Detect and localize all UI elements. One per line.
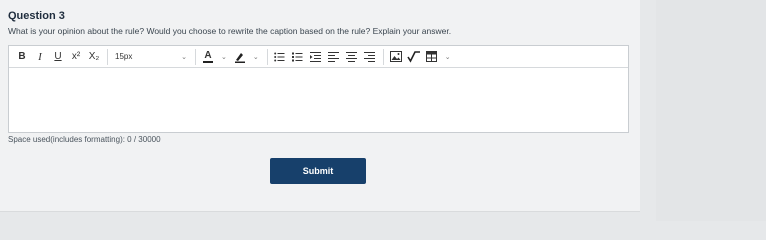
align-left-icon <box>328 51 340 62</box>
superscript-button[interactable]: x² <box>69 48 83 66</box>
toolbar-divider <box>107 48 108 65</box>
highlight-button[interactable] <box>233 48 247 66</box>
align-left-button[interactable] <box>327 48 341 66</box>
ordered-list-button[interactable] <box>291 48 305 66</box>
chevron-down-icon[interactable]: ⌄ <box>445 53 451 61</box>
unordered-list-button[interactable] <box>273 48 287 66</box>
subscript-button[interactable]: X₂ <box>87 48 101 66</box>
align-center-icon <box>346 51 358 62</box>
rich-text-editor: B I U x² X₂ 15px ⌄ A ⌄ ⌄ ⌄ <box>8 45 629 133</box>
ordered-list-icon <box>292 52 303 61</box>
unordered-list-icon <box>274 52 285 61</box>
insert-image-button[interactable] <box>389 48 403 66</box>
toolbar-divider <box>382 48 384 65</box>
question-card: Question 3 What is your opinion about th… <box>0 0 640 212</box>
table-icon <box>426 51 438 62</box>
align-center-button[interactable] <box>345 48 359 66</box>
align-right-icon <box>364 51 376 62</box>
editor-text-area[interactable] <box>9 68 628 132</box>
insert-math-button[interactable] <box>407 48 421 66</box>
indent-button[interactable] <box>309 48 323 66</box>
chevron-down-icon[interactable]: ⌄ <box>221 53 227 61</box>
highlight-icon <box>234 52 245 63</box>
image-icon <box>389 51 402 62</box>
underline-button[interactable]: U <box>51 48 65 66</box>
side-panel <box>656 0 766 221</box>
chevron-down-icon: ⌄ <box>181 53 187 61</box>
chevron-down-icon[interactable]: ⌄ <box>253 53 259 61</box>
toolbar-divider <box>266 48 268 65</box>
submit-button[interactable]: Submit <box>270 158 366 184</box>
font-size-select[interactable]: 15px ⌄ <box>113 48 189 66</box>
math-icon <box>407 50 420 63</box>
indent-icon <box>310 51 322 62</box>
space-used-counter: Space used(includes formatting): 0 / 300… <box>8 135 161 144</box>
text-color-icon: A <box>204 49 212 61</box>
font-size-value: 15px <box>115 52 133 61</box>
toolbar-divider <box>195 48 196 65</box>
editor-toolbar: B I U x² X₂ 15px ⌄ A ⌄ ⌄ ⌄ <box>9 46 628 68</box>
text-color-button[interactable]: A <box>201 48 215 66</box>
italic-button[interactable]: I <box>33 48 47 66</box>
bold-button[interactable]: B <box>15 48 29 66</box>
question-prompt: What is your opinion about the rule? Wou… <box>8 26 452 36</box>
align-right-button[interactable] <box>363 48 377 66</box>
question-title: Question 3 <box>8 10 65 22</box>
insert-table-button[interactable] <box>425 48 439 66</box>
